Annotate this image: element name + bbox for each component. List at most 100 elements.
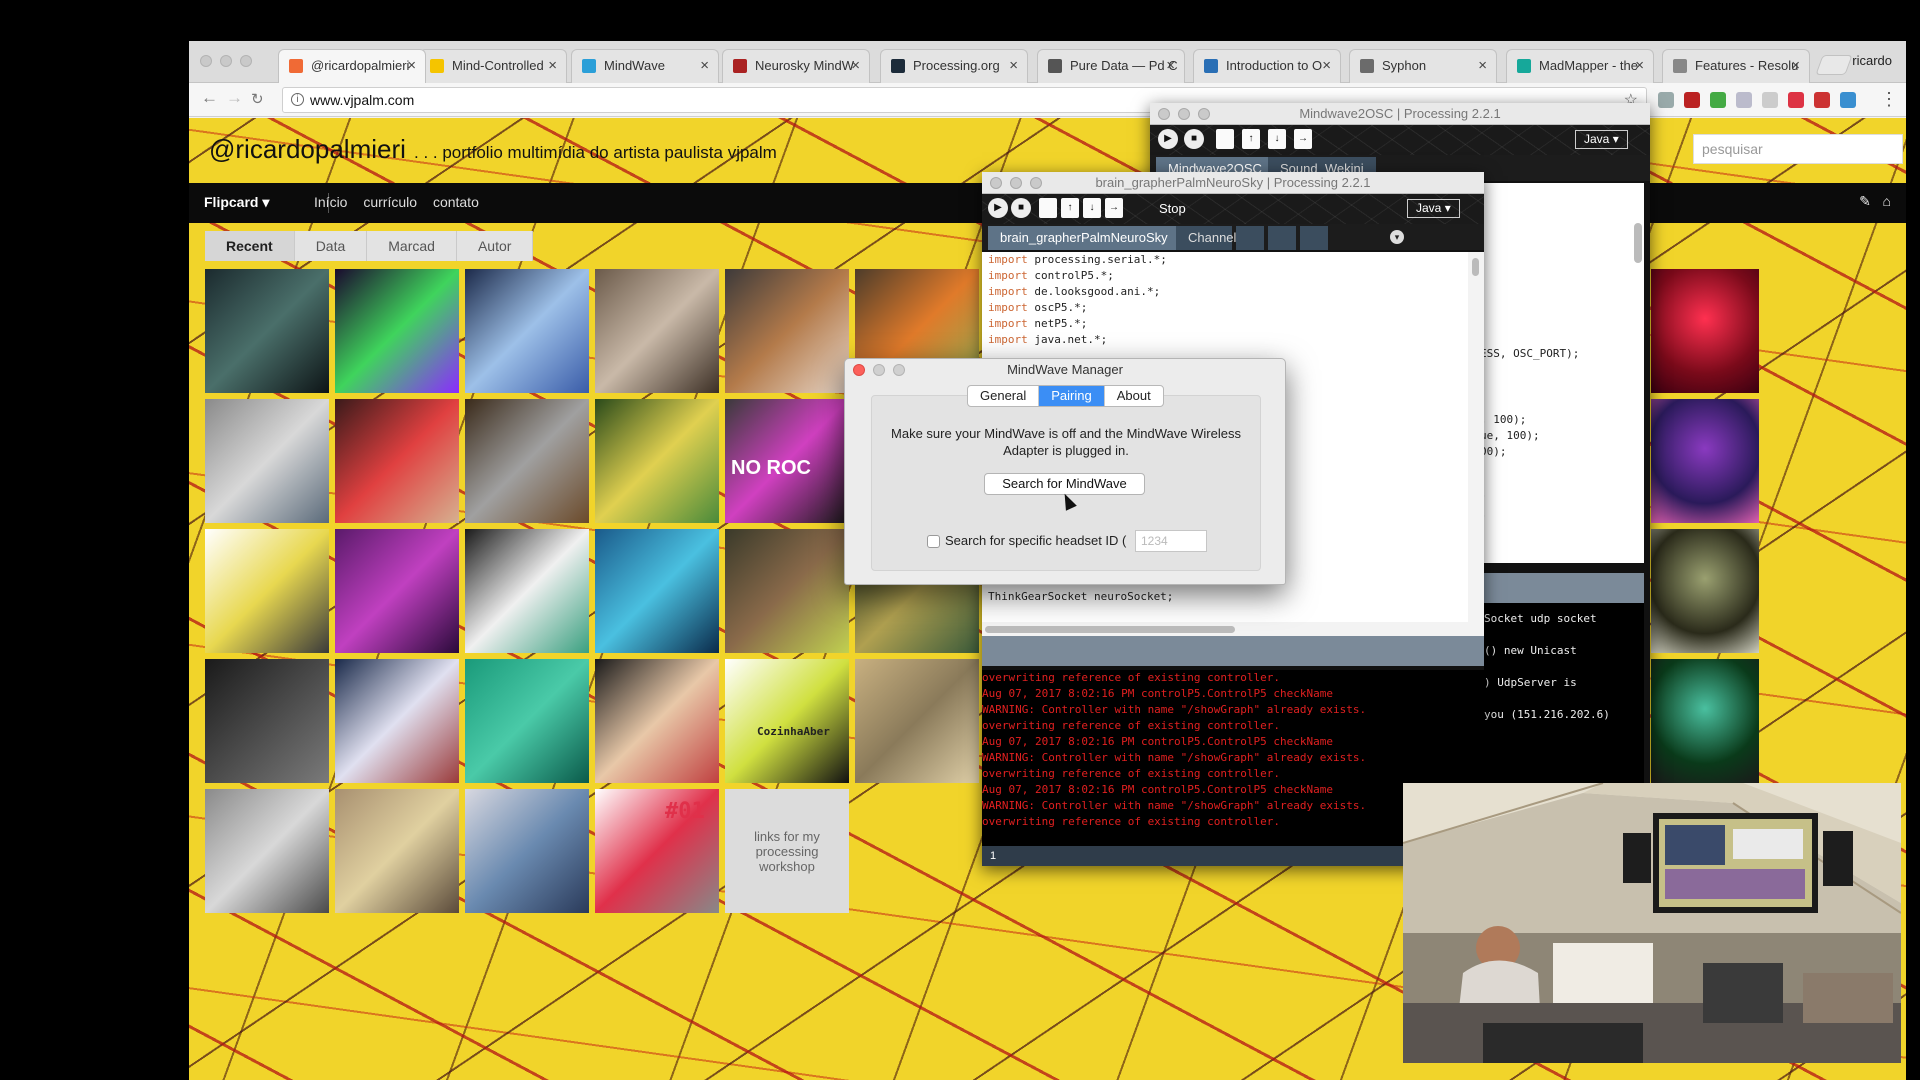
save-file-icon[interactable]: ↓	[1083, 198, 1101, 218]
portfolio-thumbnail[interactable]	[335, 659, 459, 783]
mode-selector[interactable]: Java ▾	[1407, 199, 1460, 218]
extension-icon[interactable]	[1658, 92, 1674, 108]
window-zoom-button[interactable]	[1030, 177, 1042, 189]
editor-scrollbar-track[interactable]	[1468, 252, 1484, 622]
browser-tab[interactable]: Processing.org ×	[880, 49, 1028, 83]
window-minimize-button[interactable]	[1010, 177, 1022, 189]
portfolio-thumbnail[interactable]: #01	[595, 789, 719, 913]
portfolio-thumbnail[interactable]	[465, 529, 589, 653]
stop-icon[interactable]: ■	[1011, 198, 1031, 218]
export-icon[interactable]: →	[1294, 129, 1312, 149]
window-close-button[interactable]	[1158, 108, 1170, 120]
nav-link-contato[interactable]: contato	[433, 194, 479, 210]
mode-selector[interactable]: Java ▾	[1575, 130, 1628, 149]
portfolio-thumbnail[interactable]	[205, 529, 329, 653]
portfolio-thumbnail[interactable]	[595, 269, 719, 393]
browser-tab[interactable]: Syphon ×	[1349, 49, 1497, 83]
back-arrow-icon[interactable]: ←	[201, 88, 218, 108]
editor-hscroll[interactable]	[982, 622, 1484, 636]
window-zoom-button[interactable]	[240, 55, 252, 67]
portfolio-thumbnail[interactable]	[1651, 269, 1759, 393]
portfolio-thumbnail[interactable]	[335, 529, 459, 653]
specific-headset-checkbox[interactable]	[927, 535, 940, 548]
filter-autor[interactable]: Autor	[456, 231, 534, 261]
portfolio-thumbnail[interactable]	[1651, 529, 1759, 653]
window-minimize-button[interactable]	[1178, 108, 1190, 120]
nav-link-curriculo[interactable]: currículo	[363, 194, 417, 210]
info-icon[interactable]: i	[291, 93, 304, 106]
tab-brain-grapher[interactable]: brain_grapherPalmNeuroSky	[988, 226, 1180, 250]
browser-tab[interactable]: Introduction to O ×	[1193, 49, 1341, 83]
vertical-scrollbar[interactable]	[1472, 258, 1479, 276]
extension-icon[interactable]	[1788, 92, 1804, 108]
close-tab-icon[interactable]: ×	[1009, 50, 1018, 81]
browser-tab[interactable]: Mind-Controlled ×	[419, 49, 567, 83]
tab-unnamed[interactable]	[1236, 226, 1264, 250]
run-icon[interactable]: ▶	[988, 198, 1008, 218]
search-input[interactable]: pesquisar	[1693, 134, 1903, 164]
headset-id-input[interactable]: 1234	[1135, 530, 1207, 552]
portfolio-thumbnail[interactable]	[205, 659, 329, 783]
portfolio-thumbnail[interactable]	[855, 659, 979, 783]
portfolio-thumbnail[interactable]	[465, 659, 589, 783]
portfolio-thumbnail[interactable]	[205, 269, 329, 393]
window-minimize-button[interactable]	[220, 55, 232, 67]
extension-icon[interactable]	[1840, 92, 1856, 108]
browser-tab[interactable]: @ricardopalmieri ×	[278, 49, 426, 83]
window-close-button[interactable]	[200, 55, 212, 67]
reload-icon[interactable]: ↻	[251, 90, 264, 108]
tab-unnamed[interactable]	[1268, 226, 1296, 250]
close-tab-icon[interactable]: ×	[1635, 50, 1644, 81]
portfolio-thumbnail[interactable]	[595, 659, 719, 783]
portfolio-thumbnail[interactable]	[335, 789, 459, 913]
profile-name[interactable]: ricardo	[1852, 53, 1892, 68]
window-zoom-button[interactable]	[1198, 108, 1210, 120]
export-icon[interactable]: →	[1105, 198, 1123, 218]
portfolio-thumbnail[interactable]	[595, 529, 719, 653]
stop-icon[interactable]: ■	[1184, 129, 1204, 149]
tab-about[interactable]: About	[1105, 386, 1163, 406]
home-icon[interactable]: ⌂	[1883, 193, 1891, 209]
dialog-close-button[interactable]	[853, 364, 865, 376]
portfolio-thumbnail[interactable]	[1651, 399, 1759, 523]
close-tab-icon[interactable]: ×	[1322, 50, 1331, 81]
close-tab-icon[interactable]: ×	[1791, 50, 1800, 81]
tab-pairing[interactable]: Pairing	[1039, 386, 1105, 406]
portfolio-thumbnail[interactable]	[335, 399, 459, 523]
browser-tab[interactable]: Neurosky MindW ×	[722, 49, 870, 83]
code-editor[interactable]: ESS, OSC_PORT); , 100); ue, 100); 00); ;…	[1480, 183, 1644, 563]
open-file-icon[interactable]: ↑	[1061, 198, 1079, 218]
browser-tab[interactable]: Features - Resolu ×	[1662, 49, 1810, 83]
dialog-minimize-button[interactable]	[873, 364, 885, 376]
vertical-scrollbar[interactable]	[1634, 223, 1642, 263]
portfolio-thumbnail[interactable]: CozinhaAber	[725, 659, 849, 783]
portfolio-thumbnail[interactable]	[335, 269, 459, 393]
tab-unnamed[interactable]	[1300, 226, 1328, 250]
portfolio-thumbnail[interactable]: NO ROC	[725, 399, 849, 523]
browser-tab[interactable]: Pure Data — Pd C ×	[1037, 49, 1185, 83]
portfolio-thumbnail[interactable]	[725, 269, 849, 393]
portfolio-thumbnail[interactable]	[1651, 659, 1759, 783]
extension-icon[interactable]	[1762, 92, 1778, 108]
run-icon[interactable]: ▶	[1158, 129, 1178, 149]
portfolio-thumbnail[interactable]	[205, 399, 329, 523]
horizontal-scrollbar[interactable]	[985, 626, 1235, 633]
new-tab-button[interactable]	[1815, 55, 1853, 75]
portfolio-thumbnail[interactable]	[465, 269, 589, 393]
new-file-icon[interactable]	[1039, 198, 1057, 218]
portfolio-thumbnail[interactable]	[205, 789, 329, 913]
filter-recent[interactable]: Recent	[205, 231, 295, 261]
site-title[interactable]: @ricardopalmieri	[209, 134, 406, 165]
close-tab-icon[interactable]: ×	[1478, 50, 1487, 81]
close-tab-icon[interactable]: ×	[548, 50, 557, 81]
extension-icon[interactable]	[1736, 92, 1752, 108]
nav-link-inicio[interactable]: Início	[314, 194, 347, 210]
filter-marcad[interactable]: Marcad	[367, 231, 457, 261]
flipcard-menu[interactable]: Flipcard ▾	[204, 194, 269, 211]
new-file-icon[interactable]	[1216, 129, 1234, 149]
open-file-icon[interactable]: ↑	[1242, 129, 1260, 149]
close-tab-icon[interactable]: ×	[407, 50, 416, 81]
filter-data[interactable]: Data	[294, 231, 368, 261]
window-close-button[interactable]	[990, 177, 1002, 189]
browser-tab[interactable]: MadMapper - the ×	[1506, 49, 1654, 83]
